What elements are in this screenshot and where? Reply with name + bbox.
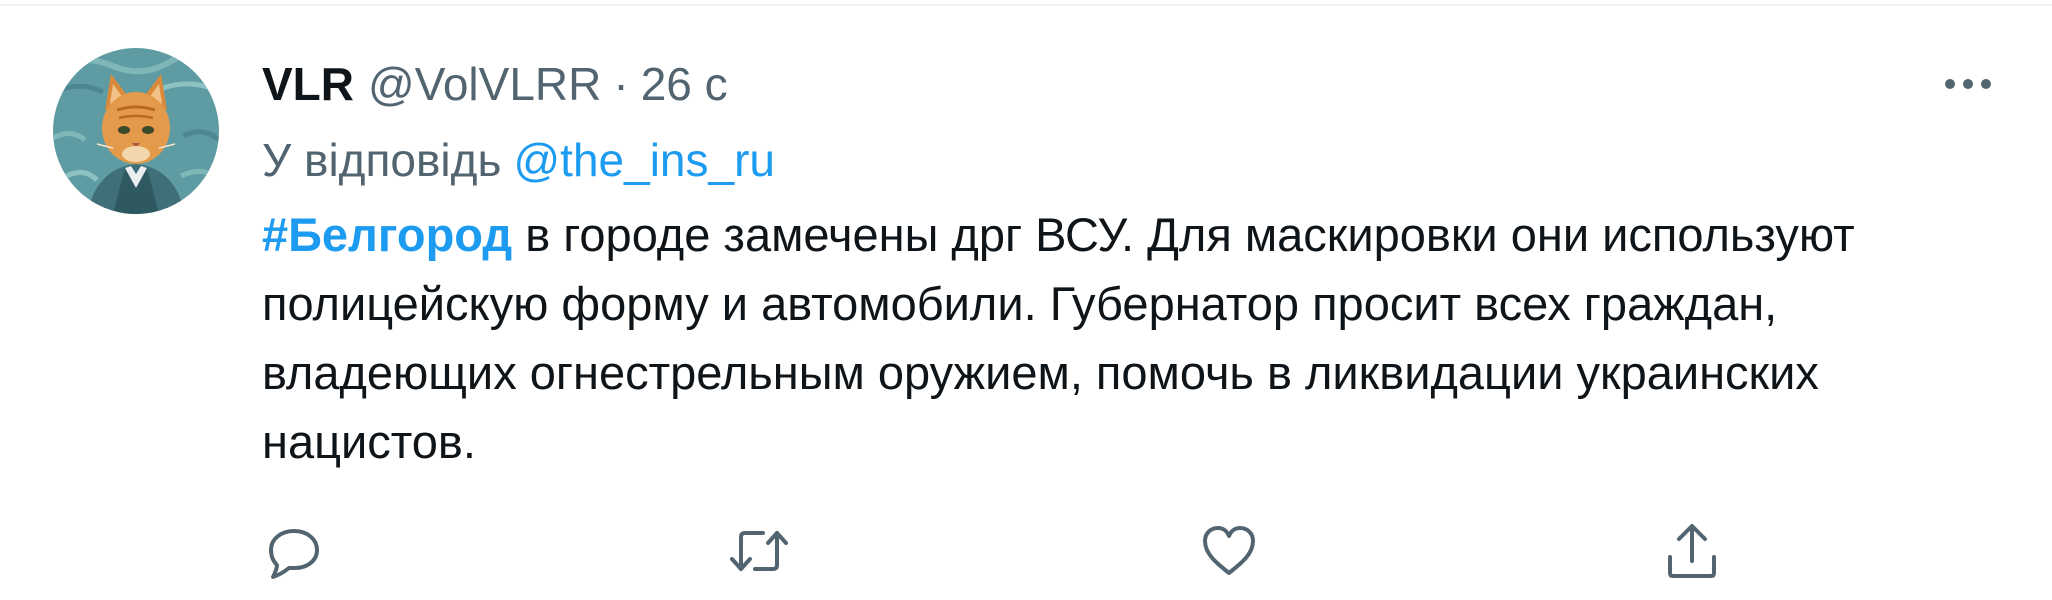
share-icon (1668, 524, 1716, 578)
heart-icon (1203, 526, 1255, 575)
tweet-text: #Белгород в городе замечены дрг ВСУ. Для… (262, 200, 2002, 476)
reply-bubble-icon (269, 529, 319, 579)
tweet-header: VLR @VolVLRR · 26 с (262, 54, 728, 114)
reply-button[interactable] (259, 516, 329, 586)
more-horizontal-icon (1945, 79, 1991, 89)
hashtag-link[interactable]: #Белгород (262, 208, 512, 261)
retweet-icon (730, 531, 788, 571)
share-button[interactable] (1657, 516, 1727, 586)
like-button[interactable] (1194, 516, 1264, 586)
timestamp[interactable]: 26 с (641, 54, 728, 114)
cat-portrait-avatar (53, 48, 219, 214)
reply-prefix: У відповідь (262, 134, 502, 186)
retweet-button[interactable] (724, 516, 794, 586)
action-bar (0, 516, 2052, 586)
tweet[interactable]: VLR @VolVLRR · 26 с У відповідь @the_ins_… (0, 0, 2052, 600)
reply-context: У відповідь @the_ins_ru (262, 130, 775, 190)
avatar[interactable] (53, 48, 219, 214)
separator-dot: · (613, 58, 629, 110)
more-button[interactable] (1938, 62, 1998, 106)
reply-to-handle[interactable]: @the_ins_ru (513, 134, 775, 186)
display-name[interactable]: VLR (262, 54, 354, 114)
user-handle[interactable]: @VolVLRR (368, 54, 601, 114)
